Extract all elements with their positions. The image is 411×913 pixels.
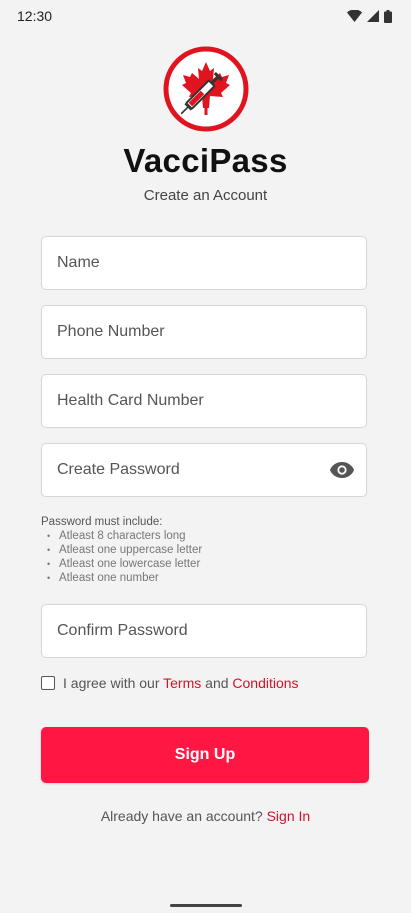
terms-link[interactable]: Terms	[163, 675, 201, 691]
agree-checkbox[interactable]	[41, 676, 55, 690]
sign-in-row: Already have an account? Sign In	[0, 808, 411, 824]
page-subtitle: Create an Account	[143, 187, 268, 204]
agree-text: I agree with our Terms and Conditions	[63, 675, 299, 691]
status-time: 12:30	[17, 8, 53, 24]
password-rules-title: Password must include:	[41, 516, 163, 528]
health-card-input[interactable]	[57, 375, 327, 427]
name-input[interactable]	[57, 237, 327, 289]
name-field[interactable]	[41, 236, 367, 290]
conditions-link[interactable]: Conditions	[232, 675, 298, 691]
password-rules: Password must include: Atleast 8 charact…	[41, 515, 202, 585]
password-rule-item: Atleast one uppercase letter	[41, 543, 202, 557]
status-bar: 12:30	[0, 0, 411, 32]
password-rule-item: Atleast one number	[41, 571, 202, 585]
sign-in-link[interactable]: Sign In	[267, 808, 311, 824]
password-rule-item: Atleast 8 characters long	[41, 529, 202, 543]
battery-icon	[384, 9, 392, 23]
status-icons	[347, 9, 392, 23]
health-card-field[interactable]	[41, 374, 367, 428]
confirm-password-input[interactable]	[57, 605, 327, 657]
vaccipass-logo	[163, 46, 249, 132]
phone-field[interactable]	[41, 305, 367, 359]
phone-input[interactable]	[57, 306, 327, 358]
agree-and: and	[205, 675, 229, 691]
home-indicator[interactable]	[170, 904, 242, 907]
maple-leaf-syringe-logo	[163, 46, 249, 132]
confirm-password-field[interactable]	[41, 604, 367, 658]
sign-in-prompt: Already have an account?	[100, 808, 263, 824]
password-field[interactable]	[41, 443, 367, 497]
signal-icon	[367, 10, 379, 22]
agree-row: I agree with our Terms and Conditions	[41, 674, 299, 692]
eye-icon[interactable]	[330, 460, 354, 480]
sign-up-button[interactable]: Sign Up	[41, 727, 369, 783]
wifi-icon	[347, 10, 362, 22]
agree-prefix: I agree with our	[63, 675, 160, 691]
password-input[interactable]	[57, 444, 327, 496]
password-rule-item: Atleast one lowercase letter	[41, 557, 202, 571]
app-title: VacciPass	[123, 142, 288, 179]
password-rules-list: Atleast 8 characters long Atleast one up…	[41, 529, 202, 585]
